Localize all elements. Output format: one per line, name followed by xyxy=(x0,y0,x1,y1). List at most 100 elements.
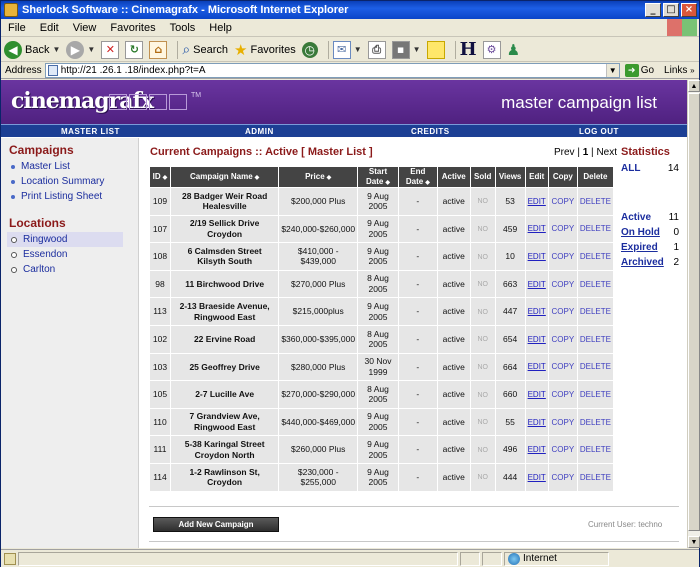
favorites-button[interactable]: ★ Favorites xyxy=(234,39,296,61)
pager-prev[interactable]: Prev xyxy=(554,147,575,158)
nav-master-list[interactable]: MASTER LIST xyxy=(61,127,120,136)
scroll-down-icon[interactable]: ▼ xyxy=(688,536,700,548)
address-input[interactable]: http://21 .26.1 .18/index.php?t=A ▼ xyxy=(44,63,620,78)
copy-link[interactable]: COPY xyxy=(551,418,574,427)
copy-link[interactable]: COPY xyxy=(551,307,574,316)
copy-link[interactable]: COPY xyxy=(551,335,574,344)
delete-link[interactable]: DELETE xyxy=(580,252,611,261)
search-button[interactable]: ⌕ Search xyxy=(182,39,228,61)
col-header-id[interactable]: ID ◆ xyxy=(150,167,170,187)
delete-link[interactable]: DELETE xyxy=(580,362,611,371)
edit-link[interactable]: EDIT xyxy=(528,418,546,427)
add-new-campaign-button[interactable]: Add New Campaign xyxy=(153,517,279,532)
links-button[interactable]: Links » xyxy=(664,65,695,76)
delete-link[interactable]: DELETE xyxy=(580,335,611,344)
edit-link[interactable]: EDIT xyxy=(528,307,546,316)
col-header-price[interactable]: Price ◆ xyxy=(279,167,358,187)
col-header-start-date[interactable]: Start Date ◆ xyxy=(358,167,398,187)
stat-link-expired[interactable]: Expired xyxy=(621,242,658,253)
copy-link[interactable]: COPY xyxy=(551,280,574,289)
stat-link-archived[interactable]: Archived xyxy=(621,257,664,268)
nav-logout[interactable]: LOG OUT xyxy=(579,127,619,136)
delete-link[interactable]: DELETE xyxy=(580,473,611,482)
research-button[interactable]: ⚙ xyxy=(482,39,501,61)
sidebar-item-master-list[interactable]: Master List xyxy=(11,159,138,174)
cell-sold: NO xyxy=(477,226,488,234)
delete-link[interactable]: DELETE xyxy=(580,445,611,454)
sidebar-item-ringwood[interactable]: Ringwood xyxy=(7,232,123,247)
pager-next[interactable]: Next xyxy=(596,147,617,158)
vertical-scrollbar[interactable]: ▲ ▼ xyxy=(687,80,700,548)
stat-link-on-hold[interactable]: On Hold xyxy=(621,227,660,238)
edit-page-button[interactable]: ▪ ▼ xyxy=(391,39,421,61)
delete-link[interactable]: DELETE xyxy=(580,307,611,316)
scroll-up-icon[interactable]: ▲ xyxy=(688,80,700,92)
go-button[interactable]: ➜ Go xyxy=(624,64,654,77)
menu-view[interactable]: View xyxy=(66,22,104,34)
delete-link[interactable]: DELETE xyxy=(580,418,611,427)
forward-button[interactable]: ▶ ▼ xyxy=(66,39,95,61)
table-cell: 447 xyxy=(495,298,525,325)
edit-link[interactable]: EDIT xyxy=(528,197,546,206)
delete-link[interactable]: DELETE xyxy=(580,224,611,233)
print-button[interactable]: ⎙ xyxy=(367,39,386,61)
sort-icon: ◆ xyxy=(162,175,168,182)
sidebar-item-location-summary[interactable]: Location Summary xyxy=(11,174,138,189)
menu-favorites[interactable]: Favorites xyxy=(103,22,162,34)
col-header-campaign-name[interactable]: Campaign Name ◆ xyxy=(170,167,279,187)
delete-link[interactable]: DELETE xyxy=(580,197,611,206)
menu-tools[interactable]: Tools xyxy=(163,22,203,34)
edit-link[interactable]: EDIT xyxy=(528,224,546,233)
minimize-button[interactable]: _ xyxy=(645,3,661,17)
menu-edit[interactable]: Edit xyxy=(33,22,66,34)
cell-id: 108 xyxy=(152,251,168,262)
radio-icon xyxy=(11,251,17,258)
close-button[interactable]: × xyxy=(681,3,697,17)
cell-active: active xyxy=(442,389,465,400)
copy-link[interactable]: COPY xyxy=(551,224,574,233)
notes-button[interactable] xyxy=(426,39,445,61)
edit-link[interactable]: EDIT xyxy=(528,445,546,454)
sort-icon: ◆ xyxy=(254,175,260,182)
cell-campaign-name: 6 Calmsden Street Kilsyth South xyxy=(187,245,262,267)
edit-link[interactable]: EDIT xyxy=(528,335,546,344)
messenger-button[interactable]: ♟ xyxy=(507,39,520,61)
edit-link[interactable]: EDIT xyxy=(528,252,546,261)
copy-link[interactable]: COPY xyxy=(551,390,574,399)
maximize-button[interactable]: □ xyxy=(663,3,679,17)
sidebar-item-carlton[interactable]: Carlton xyxy=(11,262,138,277)
nav-credits[interactable]: CREDITS xyxy=(411,127,450,136)
menu-file[interactable]: File xyxy=(1,22,33,34)
edit-link[interactable]: EDIT xyxy=(528,473,546,482)
table-cell: COPY xyxy=(548,436,577,463)
copy-link[interactable]: COPY xyxy=(551,252,574,261)
menu-help[interactable]: Help xyxy=(202,22,239,34)
stop-button[interactable]: ✕ xyxy=(101,39,120,61)
edit-link[interactable]: EDIT xyxy=(528,362,546,371)
copy-link[interactable]: COPY xyxy=(551,362,574,371)
nav-admin[interactable]: ADMIN xyxy=(245,127,274,136)
mail-button[interactable]: ✉ ▼ xyxy=(332,39,362,61)
copy-link[interactable]: COPY xyxy=(551,473,574,482)
home-button[interactable]: ⌂ xyxy=(149,39,168,61)
edit-link[interactable]: EDIT xyxy=(528,280,546,289)
h-button[interactable]: H xyxy=(460,39,477,61)
copy-link[interactable]: COPY xyxy=(551,445,574,454)
sidebar-item-print-listing-sheet[interactable]: Print Listing Sheet xyxy=(11,189,138,204)
chevron-down-icon[interactable]: ▼ xyxy=(605,64,619,77)
table-cell: - xyxy=(398,215,437,243)
address-url: http://21 .26.1 .18/index.php?t=A xyxy=(60,65,206,76)
col-header-end-date[interactable]: End Date ◆ xyxy=(398,167,437,187)
table-cell: COPY xyxy=(548,270,577,298)
back-button[interactable]: ◀ Back ▼ xyxy=(4,39,60,61)
history-button[interactable]: ◷ xyxy=(301,39,318,61)
edit-link[interactable]: EDIT xyxy=(528,390,546,399)
col-header-views: Views xyxy=(495,167,525,187)
copy-link[interactable]: COPY xyxy=(551,197,574,206)
table-cell: NO xyxy=(470,463,495,491)
delete-link[interactable]: DELETE xyxy=(580,390,611,399)
scroll-thumb[interactable] xyxy=(688,93,700,531)
delete-link[interactable]: DELETE xyxy=(580,280,611,289)
sidebar-item-essendon[interactable]: Essendon xyxy=(11,247,138,262)
refresh-button[interactable]: ↻ xyxy=(125,39,144,61)
